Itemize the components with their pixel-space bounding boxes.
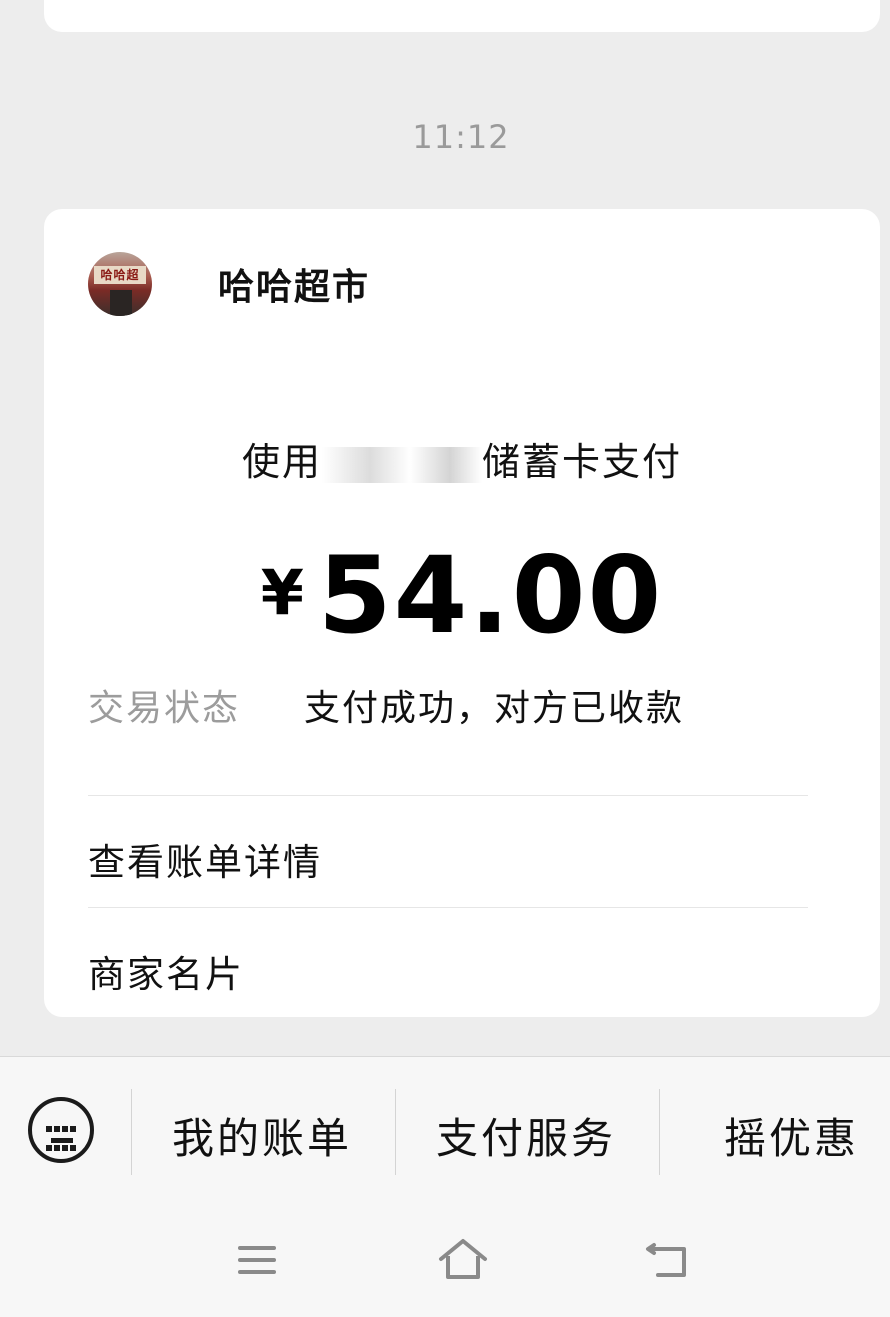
redacted-bank-name <box>322 446 482 483</box>
previous-message-card[interactable] <box>44 0 880 32</box>
message-timestamp: 11:12 <box>412 118 510 156</box>
payment-method: 使用 储蓄卡支付 <box>44 431 880 486</box>
menu-separator <box>659 1089 660 1175</box>
divider <box>88 795 808 796</box>
view-bill-details-link[interactable]: 查看账单详情 <box>88 832 322 886</box>
home-icon[interactable] <box>437 1237 489 1281</box>
payment-notification-card[interactable]: 哈哈超 哈哈超市 使用 储蓄卡支付 ¥54.00 交易状态 支付成功，对方已收款 … <box>44 209 880 1017</box>
menu-icon[interactable] <box>236 1242 278 1278</box>
avatar-storefront-sign: 哈哈超 <box>94 266 146 284</box>
currency-symbol: ¥ <box>260 556 304 629</box>
divider <box>88 907 808 908</box>
merchant-avatar[interactable]: 哈哈超 <box>88 252 152 316</box>
menu-item-payment-services[interactable]: 支付服务 <box>436 1105 616 1166</box>
keyboard-icon[interactable] <box>28 1097 94 1163</box>
payment-method-suffix: 储蓄卡支付 <box>482 440 683 484</box>
menu-separator <box>395 1089 396 1175</box>
merchant-header[interactable]: 哈哈超 哈哈超市 <box>88 252 370 316</box>
back-icon[interactable] <box>644 1239 690 1279</box>
transaction-status-row: 交易状态 支付成功，对方已收款 <box>88 679 684 731</box>
amount-value: 54.00 <box>317 534 664 657</box>
merchant-card-link[interactable]: 商家名片 <box>88 944 244 998</box>
status-value: 支付成功，对方已收款 <box>304 688 685 729</box>
menu-item-shake-discounts[interactable]: 摇优惠 <box>724 1105 859 1166</box>
avatar-storefront-door <box>110 290 132 316</box>
payment-amount: ¥54.00 <box>44 534 880 657</box>
menu-item-my-bills[interactable]: 我的账单 <box>172 1105 352 1166</box>
menu-separator <box>131 1089 132 1175</box>
merchant-name: 哈哈超市 <box>218 267 371 308</box>
payment-method-prefix: 使用 <box>241 440 322 484</box>
bottom-menu-bar: 我的账单 支付服务 摇优惠 <box>0 1056 890 1317</box>
status-label: 交易状态 <box>88 688 241 729</box>
